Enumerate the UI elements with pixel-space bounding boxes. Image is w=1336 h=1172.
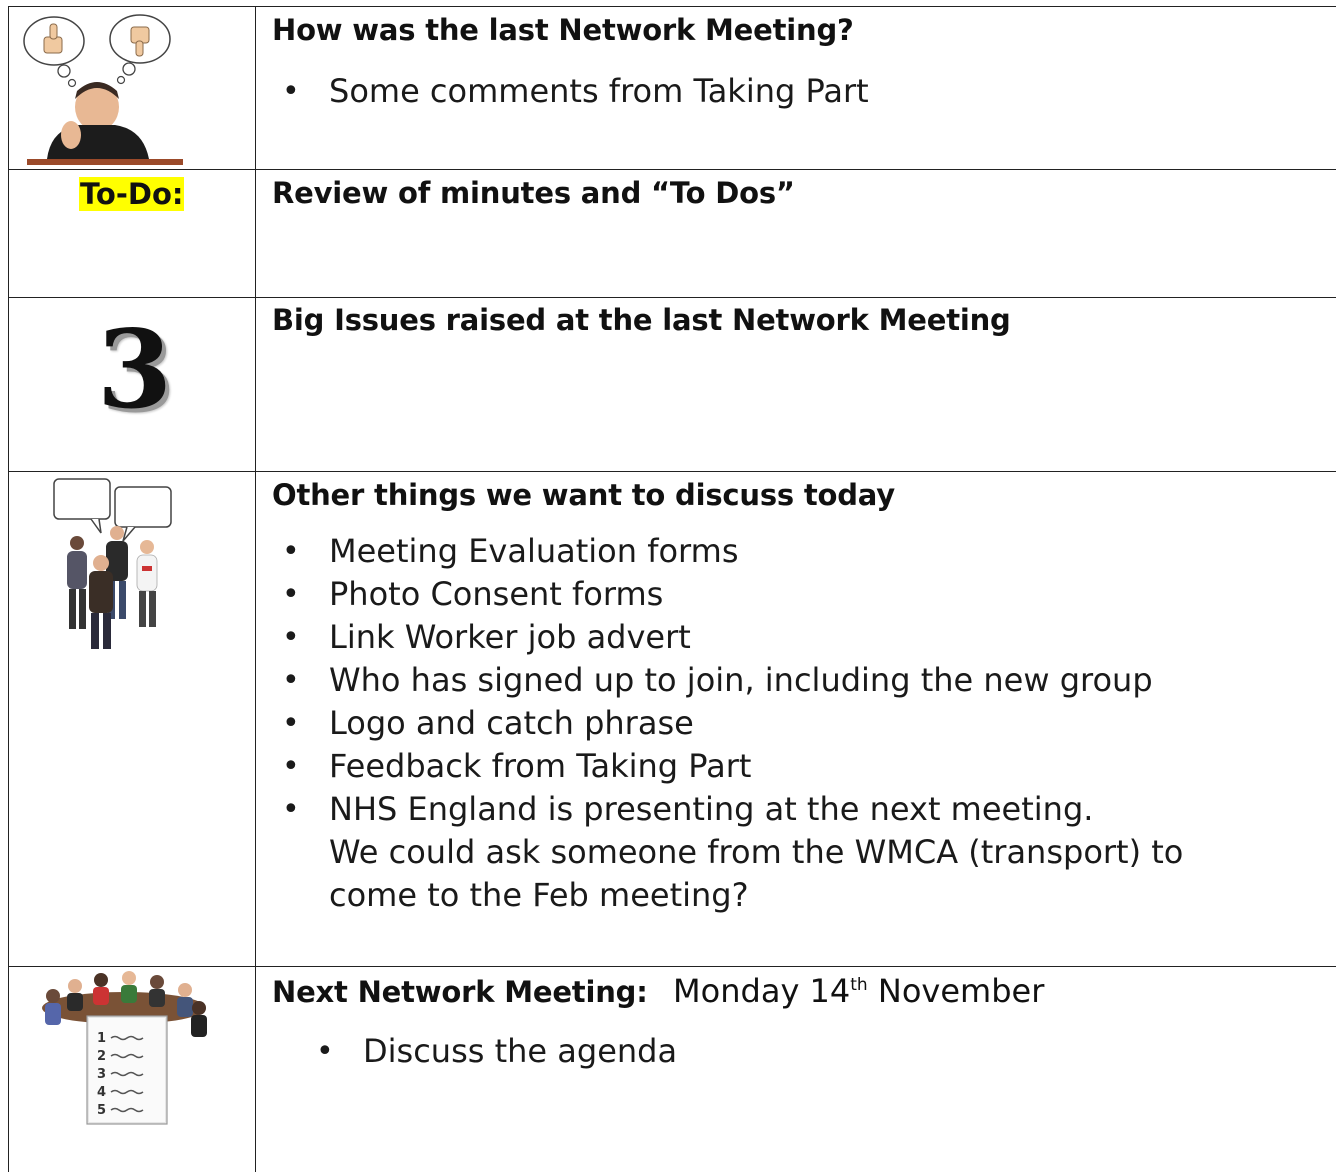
row-content: Review of minutes and “To Dos” <box>272 169 1336 210</box>
number-three-icon: 3 <box>97 307 173 433</box>
thinking-person-thumbs-icon <box>23 14 183 165</box>
row-content: Next Network Meeting: Monday 14th Novemb… <box>272 966 1336 1073</box>
row-content: How was the last Network Meeting? Some c… <box>272 7 1336 113</box>
row-icon-cell: To-Do: <box>9 169 256 297</box>
bullet-list: Some comments from Taking Part <box>272 70 1336 113</box>
row-icon-cell: 1 2 3 4 5 <box>9 966 256 1172</box>
agenda-number: 1 <box>97 1031 106 1046</box>
list-item: Link Worker job advert <box>272 616 1336 659</box>
agenda-row-review: To-Do: Review of minutes and “To Dos” <box>9 169 1336 298</box>
list-item: Logo and catch phrase <box>272 702 1336 745</box>
agenda-table: How was the last Network Meeting? Some c… <box>8 6 1336 1172</box>
agenda-row-other-things: Other things we want to discuss today Me… <box>9 471 1336 967</box>
list-item: NHS England is presenting at the next me… <box>272 788 1269 917</box>
date-day: Monday 14 <box>673 972 851 1010</box>
section-heading: Other things we want to discuss today <box>272 478 895 512</box>
next-meeting-line: Next Network Meeting: Monday 14th Novemb… <box>272 972 1336 1010</box>
section-heading: How was the last Network Meeting? <box>272 13 854 47</box>
bullet-list: Meeting Evaluation forms Photo Consent f… <box>272 530 1336 917</box>
agenda-number: 3 <box>97 1067 106 1082</box>
list-item: Feedback from Taking Part <box>272 745 1336 788</box>
row-icon-cell <box>9 7 256 169</box>
list-item: Photo Consent forms <box>272 573 1336 616</box>
list-item: Some comments from Taking Part <box>272 70 1336 113</box>
row-content: Other things we want to discuss today Me… <box>272 471 1336 917</box>
row-content: Big Issues raised at the last Network Me… <box>272 297 1336 337</box>
section-heading: Next Network Meeting: <box>272 975 648 1009</box>
list-item: Who has signed up to join, including the… <box>272 659 1336 702</box>
agenda-row-feedback: How was the last Network Meeting? Some c… <box>9 7 1336 170</box>
list-item: Discuss the agenda <box>306 1030 1336 1073</box>
date-month: November <box>877 972 1045 1010</box>
agenda-number: 2 <box>97 1049 106 1064</box>
agenda-number: 5 <box>97 1103 106 1118</box>
bullet-list: Discuss the agenda <box>306 1030 1336 1073</box>
section-heading: Review of minutes and “To Dos” <box>272 176 795 210</box>
next-meeting-date: Monday 14th November <box>653 972 1045 1010</box>
row-icon-cell <box>9 471 256 966</box>
agenda-number: 4 <box>97 1085 106 1100</box>
agenda-row-big-issues: 3 Big Issues raised at the last Network … <box>9 297 1336 472</box>
row-icon-cell: 3 <box>9 297 256 471</box>
agenda-row-next-meeting: 1 2 3 4 5 Next Network Meeting: Monday 1… <box>9 966 1336 1172</box>
list-item: Meeting Evaluation forms <box>272 530 1336 573</box>
section-heading: Big Issues raised at the last Network Me… <box>272 303 1011 337</box>
todo-badge: To-Do: <box>79 177 185 211</box>
date-ordinal: th <box>850 975 868 995</box>
group-discussion-icon <box>53 478 172 649</box>
meeting-agenda-icon: 1 2 3 4 5 <box>42 971 207 1125</box>
